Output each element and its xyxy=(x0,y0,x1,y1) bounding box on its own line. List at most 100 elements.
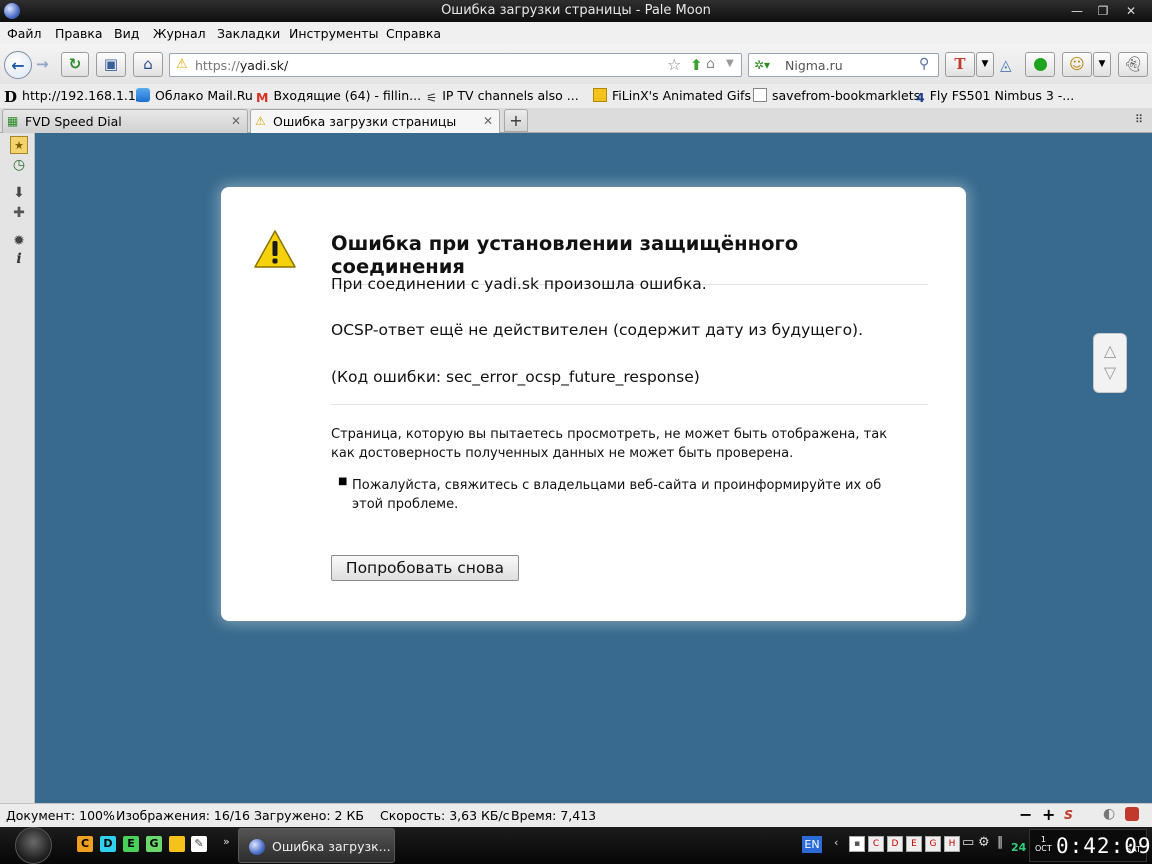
scroll-down-icon[interactable]: ▽ xyxy=(1094,362,1126,384)
back-button[interactable]: ← xyxy=(4,51,32,79)
menu-history[interactable]: Журнал xyxy=(153,26,206,41)
scroll-up-icon[interactable]: △ xyxy=(1094,340,1126,362)
tray-e-icon[interactable]: E xyxy=(906,836,922,852)
search-bar[interactable]: ✲▾ Nigma.ru ⚲ xyxy=(748,53,939,77)
menu-view[interactable]: Вид xyxy=(114,26,139,41)
bookmark-item[interactable]: M Входящие (64) - fillin... xyxy=(256,88,421,105)
tab-list-icon[interactable]: ⠿ xyxy=(1135,113,1143,126)
zoom-out-icon[interactable]: − xyxy=(1019,805,1032,824)
greasemonkey-button[interactable]: ☺ xyxy=(1062,52,1092,77)
window-title: Ошибка загрузки страницы - Pale Moon xyxy=(441,3,711,18)
settings-gear-icon[interactable]: ✹ xyxy=(10,232,28,250)
menu-file[interactable]: Файл xyxy=(7,26,42,41)
taskbar: C D E G ✎ » Ошибка загрузк... EN ‹ ▪ C D… xyxy=(0,827,1152,864)
sidebar-toggle-button[interactable]: ▣ xyxy=(96,52,126,77)
search-input[interactable]: Nigma.ru xyxy=(785,58,843,73)
ghostery-button[interactable]: 👻︎ xyxy=(1118,52,1148,77)
status-bar: Документ: 100% Изображения: 16/16 Загруж… xyxy=(0,803,1152,827)
reload-icon: ↻ xyxy=(68,55,82,73)
url-dropdown-icon[interactable]: ▼ xyxy=(726,58,734,69)
status-speed: Скорость: 3,63 КБ/с xyxy=(380,808,510,823)
addon-triangle-icon[interactable]: ◬ xyxy=(1000,56,1012,74)
tray-d-icon[interactable]: D xyxy=(887,836,903,852)
close-button[interactable]: ✕ xyxy=(1120,2,1142,20)
bookmarks-star-icon[interactable]: ★ xyxy=(10,136,28,154)
menu-help[interactable]: Справка xyxy=(386,26,441,41)
quicklaunch-more-icon[interactable]: » xyxy=(223,835,230,848)
folder-icon[interactable] xyxy=(169,836,185,852)
bookmark-item[interactable]: Dhttp://192.168.1.1/ xyxy=(4,88,140,106)
bookmark-item[interactable]: Облако Mail.Ru xyxy=(136,88,253,103)
zoom-in-icon[interactable]: + xyxy=(1042,805,1055,824)
bookmark-star-icon[interactable]: ☆ xyxy=(667,55,681,74)
quicklaunch-drive-d[interactable]: D xyxy=(100,836,116,852)
translate-t-icon: T xyxy=(954,55,966,73)
bookmark-item[interactable]: ⚟ IP TV channels also ... xyxy=(426,88,579,105)
tab-bar: ▦ FVD Speed Dial ✕ ⚠ Ошибка загрузки стр… xyxy=(0,108,1152,134)
history-clock-icon[interactable]: ◷ xyxy=(10,156,28,174)
tray-g-icon[interactable]: G xyxy=(925,836,941,852)
addons-puzzle-icon[interactable]: ✚ xyxy=(10,204,28,222)
quicklaunch-drive-e[interactable]: E xyxy=(123,836,139,852)
menu-bookmarks[interactable]: Закладки xyxy=(217,26,280,41)
notepad-icon[interactable]: ✎ xyxy=(191,836,207,852)
status-document: Документ: 100% xyxy=(6,808,115,823)
search-engine-icon[interactable]: ✲▾ xyxy=(754,58,770,72)
menu-edit[interactable]: Правка xyxy=(55,26,103,41)
adblock-icon[interactable] xyxy=(1125,807,1139,821)
tab-close-icon[interactable]: ✕ xyxy=(231,114,241,128)
tab-close-icon[interactable]: ✕ xyxy=(483,114,493,128)
home-button[interactable]: ⌂ xyxy=(133,52,163,77)
minimize-button[interactable]: — xyxy=(1066,2,1088,20)
go-up-arrow-icon[interactable]: ⬆ xyxy=(690,56,703,74)
retry-button[interactable]: Попробовать снова xyxy=(331,555,519,581)
tray-monitor-icon[interactable]: ▭ xyxy=(962,835,974,850)
quicklaunch-drive-c[interactable]: C xyxy=(77,836,93,852)
maximize-button[interactable]: ❐ xyxy=(1092,2,1114,20)
error-dialog: Ошибка при установлении защищённого соед… xyxy=(221,187,966,621)
error-line-connection: При соединении с yadi.sk произошла ошибк… xyxy=(331,275,707,293)
gmail-icon: M xyxy=(256,90,269,105)
s-addon-icon[interactable]: S xyxy=(1064,807,1073,822)
error-line-ocsp: OCSP-ответ ещё не действителен (содержит… xyxy=(331,321,864,339)
bookmark-item[interactable]: savefrom-bookmarklets xyxy=(753,88,920,103)
chevron-down-icon: ▼ xyxy=(1098,59,1106,69)
reload-button[interactable]: ↻ xyxy=(61,52,89,77)
tray-expand-icon[interactable]: ‹ xyxy=(834,836,838,849)
tray-h-icon[interactable]: H xyxy=(944,836,960,852)
power-addon-icon[interactable]: ◐ xyxy=(1103,806,1115,822)
info-icon[interactable]: i xyxy=(10,250,28,268)
new-tab-button[interactable]: + xyxy=(504,109,528,132)
clock-date: 1 OCT xyxy=(1035,835,1052,853)
site-home-icon[interactable]: ⌂ xyxy=(706,56,715,72)
translate-dropdown[interactable]: ▼ xyxy=(976,52,994,77)
tray-gear-icon[interactable]: ⚙ xyxy=(978,835,990,850)
download-arrow-icon[interactable]: ⬇ xyxy=(10,184,28,202)
url-bar[interactable]: ⚠ https://yadi.sk/ ☆ ⬆ ⌂ ▼ xyxy=(169,53,742,77)
translate-button[interactable]: T xyxy=(945,52,975,77)
addon-green-button[interactable] xyxy=(1025,52,1055,77)
greasemonkey-dropdown[interactable]: ▼ xyxy=(1093,52,1111,77)
language-indicator[interactable]: EN xyxy=(802,836,822,853)
tab-fvd-speed-dial[interactable]: ▦ FVD Speed Dial ✕ xyxy=(2,109,248,133)
url-scheme: https:// xyxy=(195,58,240,73)
clock[interactable]: 1 OCT 0:42:09 SAT xyxy=(1029,829,1151,862)
page-content: Ошибка при установлении защищённого соед… xyxy=(35,133,1152,803)
url-text[interactable]: https://yadi.sk/ xyxy=(195,58,288,73)
start-button[interactable] xyxy=(15,827,52,864)
forward-button[interactable]: → xyxy=(36,55,49,73)
search-icon[interactable]: ⚲ xyxy=(919,56,929,72)
status-images: Изображения: 16/16 xyxy=(116,808,250,823)
error-code: (Код ошибки: sec_error_ocsp_future_respo… xyxy=(331,368,700,386)
tray-c-icon[interactable]: C xyxy=(868,836,884,852)
taskbar-window-button[interactable]: Ошибка загрузк... xyxy=(238,828,395,863)
tab-error-page[interactable]: ⚠ Ошибка загрузки страницы ✕ xyxy=(250,109,500,134)
divider xyxy=(331,404,928,405)
bookmark-item[interactable]: FiLinX's Animated Gifs xyxy=(593,88,751,103)
bookmark-item[interactable]: 4 Fly FS501 Nimbus 3 -... xyxy=(916,88,1074,105)
tray-badge[interactable]: 24 xyxy=(1011,841,1026,854)
tray-clip-icon[interactable]: ∥ xyxy=(997,835,1004,850)
quicklaunch-drive-g[interactable]: G xyxy=(146,836,162,852)
menu-tools[interactable]: Инструменты xyxy=(289,26,378,41)
tray-page-icon[interactable]: ▪ xyxy=(849,836,865,852)
